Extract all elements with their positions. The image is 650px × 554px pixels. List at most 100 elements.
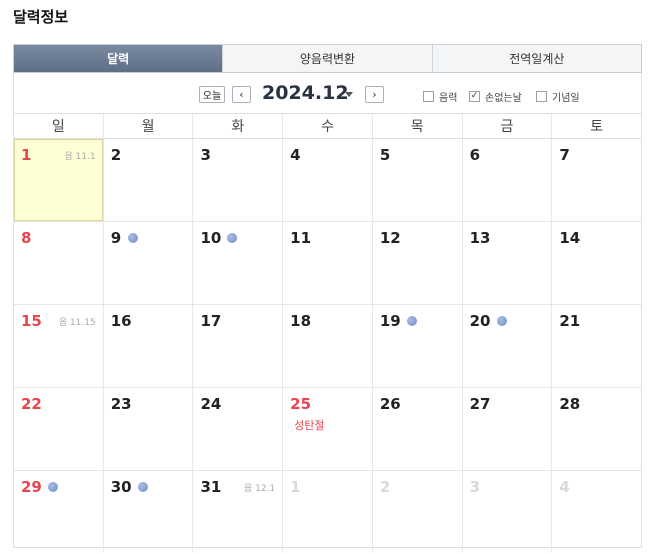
day-cell[interactable]: 6	[461, 139, 552, 221]
lunar-checkbox[interactable]	[423, 91, 434, 102]
day-cell[interactable]: 13	[461, 222, 552, 304]
day-number: 29	[21, 478, 42, 496]
holiday-label: 성탄절	[294, 419, 325, 432]
day-number: 8	[21, 229, 32, 247]
day-number: 9	[110, 229, 122, 247]
day-number: 4	[559, 478, 570, 496]
prev-month-button[interactable]: ‹	[232, 86, 251, 103]
day-cell[interactable]: 1 음 11.1	[14, 139, 103, 221]
day-number: 16	[110, 312, 132, 330]
day-number: 3	[469, 478, 481, 496]
day-number: 6	[469, 146, 481, 164]
weekday-label: 수	[282, 114, 372, 138]
day-cell[interactable]: 26	[371, 388, 462, 470]
weekday-header: 일 월 화 수 목 금 토	[14, 113, 641, 139]
weekday-label: 토	[551, 114, 641, 138]
day-cell[interactable]: 15 음 11.15	[14, 305, 103, 387]
day-cell[interactable]: 21	[551, 305, 641, 387]
day-number: 26	[379, 395, 401, 413]
day-cell[interactable]: 4	[551, 471, 641, 553]
day-cell[interactable]: 5	[371, 139, 462, 221]
day-cell[interactable]: 14	[551, 222, 641, 304]
day-number: 11	[290, 229, 312, 247]
lunar-date: 음 11.1	[64, 152, 96, 162]
day-number: 7	[559, 146, 570, 164]
day-cell[interactable]: 2	[102, 139, 193, 221]
day-cell[interactable]: 22	[14, 388, 103, 470]
day-cell[interactable]: 29	[14, 471, 103, 553]
calendar: 오늘 ‹ 2024.12 › 음력 ✓ 손없는날 기념일 일 월 화 수 목 금	[13, 73, 642, 553]
day-cell[interactable]: 8	[14, 222, 103, 304]
day-number: 19	[379, 312, 401, 330]
sonenneun-dot-icon	[127, 233, 138, 243]
sonenneun-option-label: 손없는날	[485, 93, 522, 104]
sonenneun-dot-icon	[227, 233, 238, 243]
day-cell[interactable]: 1	[282, 471, 372, 553]
lunar-date: 음 12.1	[243, 484, 276, 494]
day-number: 30	[110, 478, 132, 496]
day-number: 1	[290, 478, 301, 496]
day-number: 31	[200, 478, 222, 496]
day-cell[interactable]: 28	[551, 388, 641, 470]
day-cell[interactable]: 27	[461, 388, 552, 470]
tab-discharge-calc[interactable]: 전역일계산	[431, 45, 641, 72]
sonenneun-checkbox[interactable]: ✓	[469, 91, 480, 102]
day-cell[interactable]: 25 성탄절	[282, 388, 372, 470]
day-number: 24	[200, 395, 222, 413]
day-cell[interactable]: 30	[102, 471, 193, 553]
day-cell[interactable]: 19	[371, 305, 462, 387]
day-number: 3	[200, 146, 211, 164]
day-number: 2	[379, 478, 391, 496]
weekday-label: 월	[102, 114, 193, 138]
next-month-button[interactable]: ›	[365, 86, 384, 103]
day-number: 17	[200, 312, 222, 330]
day-cell[interactable]: 23	[102, 388, 193, 470]
day-cell[interactable]: 3	[461, 471, 552, 553]
day-number: 14	[559, 229, 581, 247]
day-number: 2	[110, 146, 122, 164]
day-cell[interactable]: 2	[371, 471, 462, 553]
sonenneun-option[interactable]: ✓ 손없는날	[469, 89, 522, 104]
day-number: 22	[21, 395, 42, 413]
day-cell[interactable]: 31 음 12.1	[192, 471, 282, 553]
weekday-label: 금	[461, 114, 552, 138]
anniversary-checkbox[interactable]	[536, 91, 547, 102]
lunar-date: 음 11.15	[58, 318, 96, 328]
chevron-down-icon[interactable]	[345, 92, 353, 97]
day-number: 21	[559, 312, 581, 330]
day-cell[interactable]: 12	[371, 222, 462, 304]
day-cell[interactable]: 24	[192, 388, 282, 470]
day-cell[interactable]: 9	[102, 222, 193, 304]
sonenneun-dot-icon	[406, 316, 417, 326]
today-button[interactable]: 오늘	[199, 86, 225, 103]
day-cell[interactable]: 3	[192, 139, 282, 221]
day-cell[interactable]: 16	[102, 305, 193, 387]
day-number: 20	[469, 312, 491, 330]
tab-lunar-convert[interactable]: 양음력변환	[222, 45, 432, 72]
weekday-label: 일	[51, 119, 65, 135]
month-label[interactable]: 2024.12	[262, 82, 349, 104]
day-cell[interactable]: 4	[282, 139, 372, 221]
anniversary-option[interactable]: 기념일	[536, 89, 580, 104]
weekday-label: 화	[192, 114, 282, 138]
tab-bar: 달력 양음력변환 전역일계산	[13, 44, 642, 73]
day-cell[interactable]: 20	[461, 305, 552, 387]
week-row: 29 30 31 음 12.1 1 2 3 4	[14, 471, 641, 553]
sonenneun-dot-icon	[496, 316, 507, 326]
week-row: 1 음 11.1 2 3 4 5 6 7	[14, 139, 641, 222]
calendar-toolbar: 오늘 ‹ 2024.12 › 음력 ✓ 손없는날 기념일	[14, 73, 641, 113]
day-cell[interactable]: 11	[282, 222, 372, 304]
day-number: 25	[290, 395, 312, 413]
week-row: 22 23 24 25 성탄절 26 27 28	[14, 388, 641, 471]
day-cell[interactable]: 10	[192, 222, 282, 304]
tab-calendar[interactable]: 달력	[14, 45, 223, 72]
day-cell[interactable]: 7	[551, 139, 641, 221]
day-cell[interactable]: 18	[282, 305, 372, 387]
sonenneun-dot-icon	[137, 482, 148, 492]
day-number: 10	[200, 229, 222, 247]
day-cell[interactable]: 17	[192, 305, 282, 387]
day-number: 5	[379, 146, 391, 164]
page-title: 달력정보	[13, 8, 69, 26]
day-number: 18	[290, 312, 312, 330]
lunar-option[interactable]: 음력	[423, 89, 457, 104]
